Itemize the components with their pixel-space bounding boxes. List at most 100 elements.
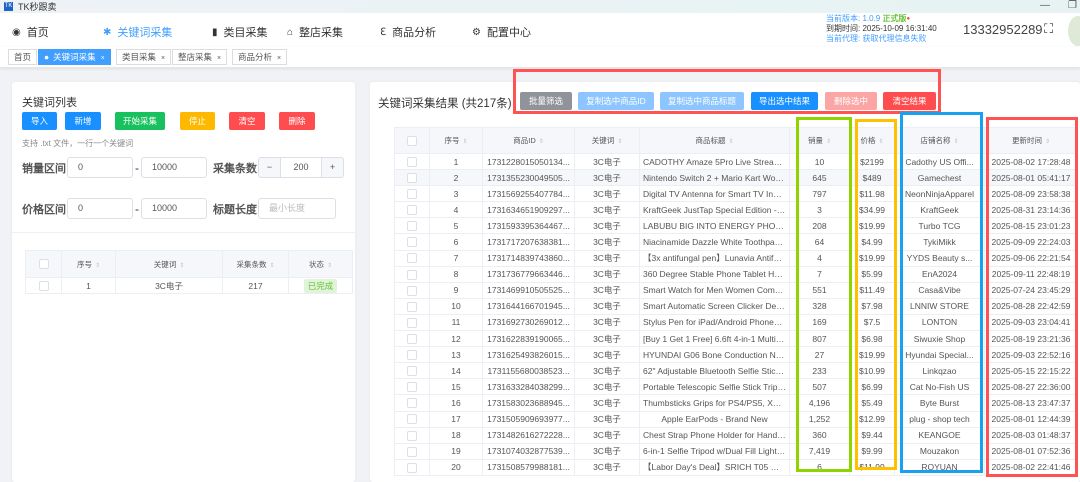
delete-button[interactable]: 删除	[279, 112, 315, 130]
row-checkbox[interactable]	[394, 265, 430, 283]
select-all-checkbox[interactable]	[25, 250, 62, 278]
table-cell: 14	[429, 362, 483, 380]
checkbox[interactable]	[407, 237, 417, 248]
column-header[interactable]: 序号 ⇕	[429, 127, 483, 154]
nav-item-0[interactable]: ◉ 首页	[12, 24, 49, 40]
row-checkbox[interactable]	[394, 217, 430, 235]
column-header[interactable]: 状态 ⇕	[288, 250, 353, 278]
row-checkbox[interactable]	[394, 169, 430, 187]
row-checkbox[interactable]	[394, 233, 430, 251]
start-collect-button[interactable]: 开始采集	[115, 112, 165, 130]
checkbox[interactable]	[407, 366, 417, 377]
row-checkbox[interactable]	[394, 378, 430, 396]
row-checkbox[interactable]	[394, 152, 430, 171]
column-header[interactable]: 关键词 ⇕	[574, 127, 640, 154]
row-checkbox[interactable]	[394, 249, 430, 267]
checkbox[interactable]	[407, 253, 417, 264]
sales-min-input[interactable]: 0	[67, 157, 133, 178]
checkbox[interactable]	[407, 173, 417, 184]
checkbox[interactable]	[407, 446, 417, 457]
checkbox[interactable]	[38, 259, 49, 269]
nav-item-4[interactable]: ℇ 商品分析	[380, 24, 436, 40]
sort-icon[interactable]: ⇕	[269, 263, 274, 269]
user-phone[interactable]: 13332952289	[963, 22, 1043, 37]
nav-item-5[interactable]: ⚙ 配置中心	[472, 24, 531, 40]
add-button[interactable]: 新增	[65, 112, 101, 130]
row-checkbox[interactable]	[394, 426, 430, 444]
checkbox[interactable]	[407, 301, 417, 312]
title-length-input[interactable]: 最小长度	[258, 198, 336, 219]
checkbox[interactable]	[407, 221, 417, 232]
row-checkbox[interactable]	[394, 201, 430, 219]
column-header[interactable]: 序号 ⇕	[61, 250, 116, 278]
checkbox[interactable]	[407, 189, 417, 200]
checkbox[interactable]	[407, 205, 417, 216]
fullscreen-icon[interactable]: ⛶	[1044, 21, 1053, 37]
sort-icon[interactable]: ⇕	[617, 139, 622, 145]
row-checkbox[interactable]	[25, 277, 62, 294]
checkbox[interactable]	[407, 398, 417, 409]
sort-icon[interactable]: ⇕	[327, 263, 332, 269]
checkbox[interactable]	[407, 414, 417, 425]
row-checkbox[interactable]	[394, 394, 430, 412]
row-checkbox[interactable]	[394, 297, 430, 315]
checkbox[interactable]	[407, 333, 417, 344]
row-checkbox[interactable]	[394, 330, 430, 348]
minimize-icon[interactable]: —	[1040, 0, 1050, 11]
row-checkbox[interactable]	[394, 362, 430, 380]
checkbox[interactable]	[407, 156, 417, 167]
row-checkbox[interactable]	[394, 442, 430, 460]
nav-item-1[interactable]: ✱ 关键词采集	[103, 24, 172, 40]
checkbox[interactable]	[407, 135, 417, 146]
checkbox[interactable]	[407, 430, 417, 441]
sort-icon[interactable]: ⇕	[179, 263, 184, 269]
stop-button[interactable]: 停止	[180, 112, 215, 130]
row-checkbox[interactable]	[394, 185, 430, 203]
import-button[interactable]: 导入	[22, 112, 57, 130]
sort-icon[interactable]: ⇕	[539, 139, 544, 145]
increment-button[interactable]: +	[322, 158, 343, 177]
agent-status[interactable]: 获取代理信息失败	[862, 34, 926, 43]
checkbox[interactable]	[407, 350, 417, 361]
select-all-checkbox[interactable]	[394, 127, 430, 154]
nav-item-2[interactable]: ▮ 类目采集	[212, 24, 268, 40]
price-max-input[interactable]: 10000	[141, 198, 207, 219]
row-checkbox[interactable]	[394, 313, 430, 332]
row-checkbox[interactable]	[394, 458, 430, 476]
checkbox[interactable]	[38, 280, 49, 291]
table-row[interactable]: 1 3C电子 217 已完成	[25, 277, 353, 294]
column-header[interactable]: 商品ID ⇕	[482, 127, 575, 154]
close-icon[interactable]: ×	[101, 55, 105, 62]
tab-4[interactable]: 商品分析 ×	[232, 49, 288, 65]
nav-item-3[interactable]: ⌂ 整店采集	[287, 24, 343, 40]
collect-count-stepper[interactable]: − 200 +	[258, 157, 344, 178]
close-icon[interactable]: ×	[217, 55, 221, 62]
tab-3[interactable]: 整店采集 ×	[172, 49, 228, 65]
close-icon[interactable]: ×	[161, 55, 165, 62]
checkbox[interactable]	[407, 269, 417, 280]
price-min-input[interactable]: 0	[67, 198, 133, 219]
sort-icon[interactable]: ⇕	[462, 139, 467, 145]
gear-icon: ⚙	[472, 26, 481, 38]
close-icon[interactable]: ×	[277, 55, 281, 62]
sales-max-input[interactable]: 10000	[141, 157, 207, 178]
column-header[interactable]: 关键词 ⇕	[115, 250, 223, 278]
row-checkbox[interactable]	[394, 410, 430, 428]
clear-button[interactable]: 清空	[229, 112, 265, 130]
sort-icon[interactable]: ⇕	[728, 139, 733, 145]
tab-0[interactable]: 首页	[8, 49, 38, 65]
tab-2[interactable]: 类目采集 ×	[116, 49, 172, 65]
checkbox[interactable]	[407, 285, 417, 296]
column-header[interactable]: 商品标题 ⇕	[639, 127, 790, 154]
sort-icon[interactable]: ⇕	[95, 263, 100, 269]
checkbox[interactable]	[407, 462, 417, 473]
row-checkbox[interactable]	[394, 281, 430, 299]
collect-count-value[interactable]: 200	[280, 158, 322, 177]
column-header[interactable]: 采集条数 ⇕	[222, 250, 289, 278]
checkbox[interactable]	[407, 382, 417, 393]
row-checkbox[interactable]	[394, 346, 430, 364]
restore-icon[interactable]: ❐	[1068, 0, 1077, 11]
decrement-button[interactable]: −	[259, 158, 280, 177]
tab-1[interactable]: ● 关键词采集 ×	[38, 49, 111, 65]
checkbox[interactable]	[407, 317, 417, 328]
